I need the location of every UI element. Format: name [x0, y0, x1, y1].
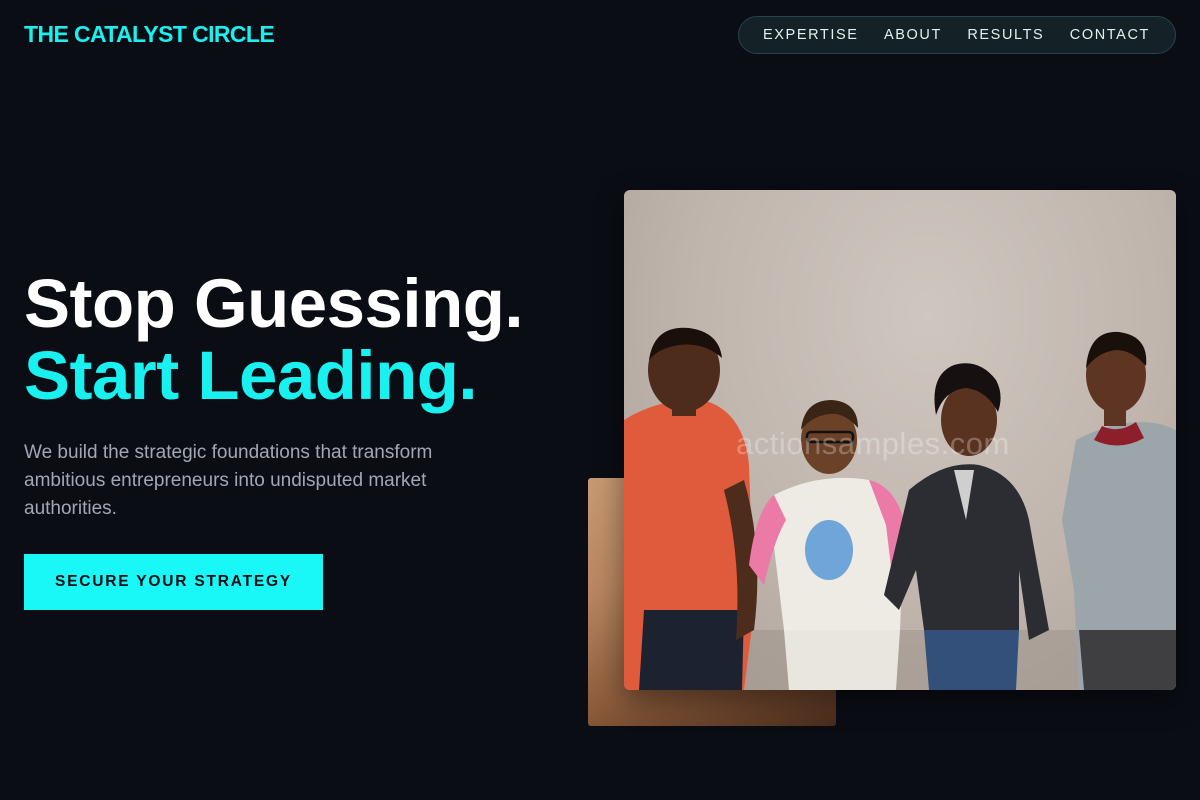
brand-logo[interactable]: THE CATALYST CIRCLE	[24, 21, 275, 48]
headline-line-2: Start Leading.	[24, 337, 478, 414]
nav-item-expertise[interactable]: EXPERTISE	[763, 27, 859, 43]
person-orange-shirt	[624, 327, 758, 690]
person-grey-sweater	[1062, 331, 1176, 690]
image-watermark: actionsamples.com	[736, 426, 1010, 461]
nav-item-about[interactable]: ABOUT	[884, 27, 942, 43]
secure-strategy-button[interactable]: SECURE YOUR STRATEGY	[24, 554, 323, 610]
hero-subtext: We build the strategic foundations that …	[24, 442, 433, 519]
nav-item-results[interactable]: RESULTS	[967, 27, 1044, 43]
landing-page: THE CATALYST CIRCLE EXPERTISE ABOUT RESU…	[0, 0, 1200, 800]
team-photo: actionsamples.com	[624, 190, 1176, 690]
main-nav: EXPERTISE ABOUT RESULTS CONTACT	[738, 16, 1176, 54]
nav-item-contact[interactable]: CONTACT	[1070, 27, 1150, 43]
hero-headline: Stop Guessing. Start Leading.	[24, 265, 524, 414]
headline-line-1: Stop Guessing.	[24, 265, 524, 342]
